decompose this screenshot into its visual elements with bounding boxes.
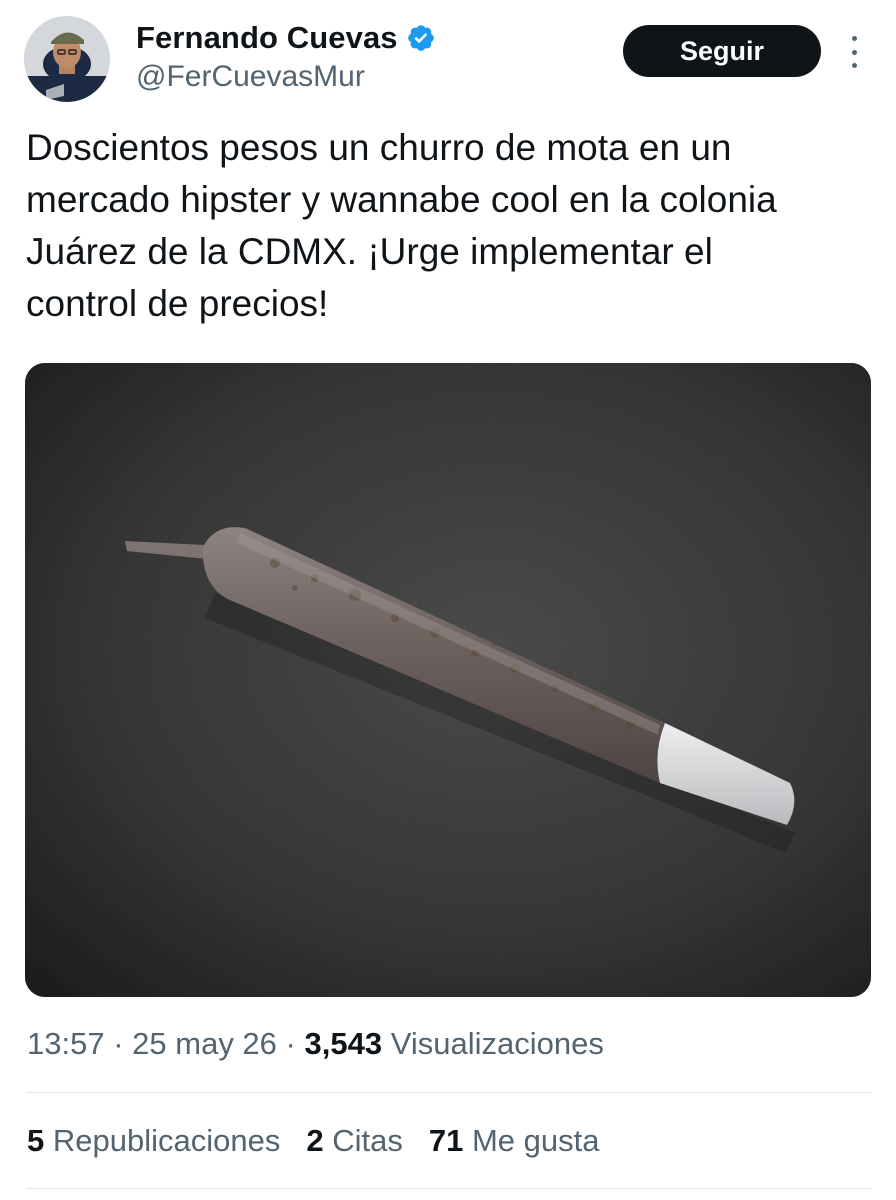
tweet-media-image[interactable] (25, 363, 871, 997)
likes-label: Me gusta (471, 1123, 600, 1158)
quotes-count: 2 (306, 1123, 324, 1158)
display-name-row: Fernando Cuevas (136, 18, 436, 58)
meta-separator: · (113, 1026, 124, 1061)
more-dot (851, 49, 857, 55)
avatar[interactable] (24, 16, 110, 102)
views-label: Visualizaciones (390, 1026, 604, 1061)
joint-photo (25, 363, 871, 997)
reposts-count: 5 (27, 1123, 45, 1158)
divider (26, 1092, 872, 1093)
engagement-stats: 5 Republicaciones 2 Citas 71 Me gusta (27, 1123, 600, 1159)
display-name[interactable]: Fernando Cuevas (136, 20, 398, 56)
divider (26, 1188, 872, 1189)
quotes-label: Citas (332, 1123, 403, 1158)
likes-stat[interactable]: 71 Me gusta (429, 1123, 600, 1159)
handle[interactable]: @FerCuevasMur (136, 60, 436, 94)
tweet-time[interactable]: 13:57 (27, 1026, 105, 1061)
more-dot (851, 63, 857, 68)
tweet-card: Fernando Cuevas @FerCuevasMur Seguir Dos… (0, 0, 896, 1200)
tweet-text: Doscientos pesos un churro de mota en un… (26, 127, 777, 324)
tweet-meta: 13:57 · 25 may 26 · 3,543 Visualizacione… (27, 1026, 604, 1062)
views-count: 3,543 (304, 1026, 383, 1061)
avatar-photo (24, 16, 110, 102)
verified-badge-icon (406, 23, 436, 53)
follow-button[interactable]: Seguir (623, 25, 821, 77)
tweet-date[interactable]: 25 may 26 (132, 1026, 277, 1061)
quotes-stat[interactable]: 2 Citas (306, 1123, 403, 1159)
reposts-label: Republicaciones (52, 1123, 281, 1158)
reposts-stat[interactable]: 5 Republicaciones (27, 1123, 280, 1159)
more-vertical-icon[interactable] (842, 36, 866, 68)
likes-count: 71 (428, 1123, 464, 1158)
more-dot (851, 36, 857, 41)
author-info[interactable]: Fernando Cuevas @FerCuevasMur (136, 18, 436, 94)
meta-separator: · (285, 1026, 296, 1061)
